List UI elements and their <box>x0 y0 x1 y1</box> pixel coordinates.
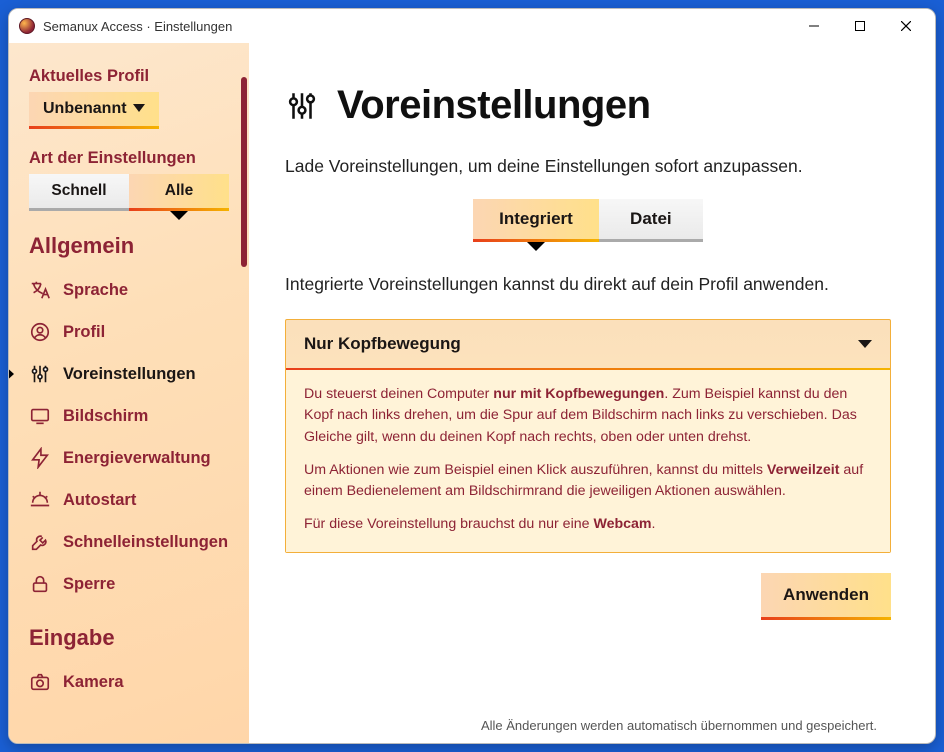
nav-label: Sperre <box>63 575 115 594</box>
preset-panel: Nur Kopfbewegung Du steuerst deinen Comp… <box>285 319 891 553</box>
window-body: Aktuelles Profil Unbenannt Art der Einst… <box>9 43 935 743</box>
power-icon <box>29 447 51 469</box>
nav-label: Voreinstellungen <box>63 365 196 384</box>
profile-selector[interactable]: Unbenannt <box>29 92 159 129</box>
nav-label: Energieverwaltung <box>63 449 211 468</box>
lead-text: Lade Voreinstellungen, um deine Einstell… <box>285 156 891 177</box>
preset-title: Nur Kopfbewegung <box>304 334 461 354</box>
language-icon <box>29 279 51 301</box>
nav-item-profile[interactable]: Profil <box>25 311 229 353</box>
sliders-icon <box>29 363 51 385</box>
profile-section-title: Aktuelles Profil <box>29 67 229 86</box>
category-general: Allgemein <box>29 233 229 259</box>
nav-item-power[interactable]: Energieverwaltung <box>25 437 229 479</box>
nav-label: Profil <box>63 323 105 342</box>
settings-type-section-title: Art der Einstellungen <box>29 149 229 168</box>
nav-item-screen[interactable]: Bildschirm <box>25 395 229 437</box>
footer-text: Alle Änderungen werden automatisch übern… <box>285 710 891 743</box>
maximize-button[interactable] <box>837 12 883 40</box>
sidebar: Aktuelles Profil Unbenannt Art der Einst… <box>9 43 249 743</box>
screen-icon <box>29 405 51 427</box>
actions: Anwenden <box>285 573 891 620</box>
nav-item-language[interactable]: Sprache <box>25 269 229 311</box>
preset-panel-header[interactable]: Nur Kopfbewegung <box>286 320 890 370</box>
camera-icon <box>29 671 51 693</box>
profile-name: Unbenannt <box>43 100 127 118</box>
tab-quick[interactable]: Schnell <box>29 174 129 211</box>
preset-source-tabs: Integriert Datei <box>285 199 891 242</box>
sliders-icon <box>285 89 319 123</box>
sidebar-scrollbar[interactable] <box>241 77 247 267</box>
nav-label: Bildschirm <box>63 407 148 426</box>
apply-button[interactable]: Anwenden <box>761 573 891 620</box>
nav-label: Schnelleinstellungen <box>63 533 228 552</box>
lock-icon <box>29 573 51 595</box>
window-title: Semanux Access · Einstellungen <box>43 19 791 34</box>
nav-item-presets[interactable]: Voreinstellungen <box>25 353 229 395</box>
nav-general: Sprache Profil Voreinstellungen Bildschi… <box>25 269 229 605</box>
close-button[interactable] <box>883 12 929 40</box>
page-title: Voreinstellungen <box>337 83 651 128</box>
settings-type-tabs: Schnell Alle <box>29 174 229 211</box>
nav-item-quicksettings[interactable]: Schnelleinstellungen <box>25 521 229 563</box>
titlebar: Semanux Access · Einstellungen <box>9 9 935 43</box>
app-icon <box>19 18 35 34</box>
nav-label: Autostart <box>63 491 136 510</box>
category-input: Eingabe <box>29 625 229 651</box>
tab-file[interactable]: Datei <box>599 199 703 242</box>
main-content: Voreinstellungen Lade Voreinstellungen, … <box>249 43 935 743</box>
wrench-icon <box>29 531 51 553</box>
tab-integrated[interactable]: Integriert <box>473 199 599 242</box>
nav-label: Sprache <box>63 281 128 300</box>
nav-input: Kamera <box>25 661 229 703</box>
nav-item-camera[interactable]: Kamera <box>25 661 229 703</box>
caret-down-icon <box>133 100 145 118</box>
nav-item-lock[interactable]: Sperre <box>25 563 229 605</box>
app-window: Semanux Access · Einstellungen Aktuelles… <box>8 8 936 744</box>
window-controls <box>791 12 929 40</box>
tab-all[interactable]: Alle <box>129 174 229 211</box>
nav-item-autostart[interactable]: Autostart <box>25 479 229 521</box>
minimize-button[interactable] <box>791 12 837 40</box>
caret-down-icon <box>858 334 872 354</box>
profile-icon <box>29 321 51 343</box>
autostart-icon <box>29 489 51 511</box>
sub-text: Integrierte Voreinstellungen kannst du d… <box>285 274 891 295</box>
nav-label: Kamera <box>63 673 124 692</box>
preset-description: Du steuerst deinen Computer nur mit Kopf… <box>286 370 890 552</box>
page-header: Voreinstellungen <box>285 83 891 128</box>
